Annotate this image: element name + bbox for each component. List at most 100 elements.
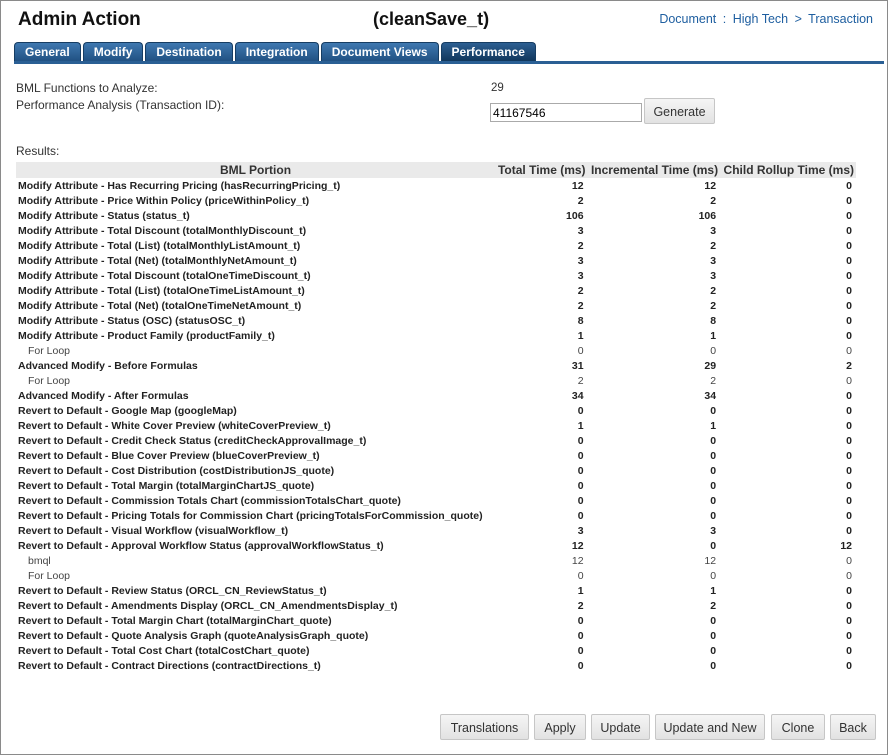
cell-child-rollup-time: 0: [846, 464, 852, 477]
breadcrumb-high-tech[interactable]: High Tech: [733, 12, 788, 26]
cell-total-time: 0: [577, 404, 584, 417]
table-row: Revert to Default - Credit Check Status …: [16, 433, 856, 448]
table-row-child: bmql 12 12 0: [16, 553, 856, 568]
cell-total-time: 2: [577, 239, 584, 252]
table-row: Revert to Default - Total Margin (totalM…: [16, 478, 856, 493]
transaction-id-input[interactable]: [490, 103, 642, 122]
cell-bml-portion: Revert to Default - Approval Workflow St…: [18, 539, 384, 552]
table-row-child: For Loop 0 0 0: [16, 568, 856, 583]
table-row: Modify Attribute - Status (status_t) 106 1…: [16, 208, 856, 223]
table-row-child: For Loop 0 0 0: [16, 343, 856, 358]
cell-total-time: 0: [577, 494, 584, 507]
cell-child-rollup-time: 0: [846, 479, 852, 492]
apply-button[interactable]: Apply: [534, 714, 586, 740]
breadcrumb-separator: :: [722, 12, 727, 26]
cell-total-time: 0: [577, 449, 584, 462]
cell-child-rollup-time: 0: [846, 434, 852, 447]
cell-total-time: 0: [577, 434, 584, 447]
table-row: Modify Attribute - Price Within Policy (…: [16, 193, 856, 208]
cell-child-rollup-time: 0: [846, 524, 852, 537]
cell-child-rollup-time: 0: [846, 284, 852, 297]
table-row: Revert to Default - Cost Distribution (c…: [16, 463, 856, 478]
cell-bml-portion: For Loop: [28, 374, 71, 387]
cell-incremental-time: 2: [710, 284, 717, 297]
cell-child-rollup-time: 0: [846, 269, 852, 282]
back-button[interactable]: Back: [830, 714, 876, 740]
cell-bml-portion: Modify Attribute - Total (Net) (totalOne…: [18, 299, 302, 312]
tab-integration[interactable]: Integration: [234, 42, 319, 62]
tab-document-views[interactable]: Document Views: [320, 42, 439, 62]
cell-child-rollup-time: 0: [846, 644, 852, 657]
cell-bml-portion: Revert to Default - Cost Distribution (c…: [18, 464, 335, 477]
cell-incremental-time: 0: [710, 509, 717, 522]
table-row: Revert to Default - Total Cost Chart (to…: [16, 643, 856, 658]
performance-analysis-label: Performance Analysis (Transaction ID):: [16, 98, 225, 112]
cell-child-rollup-time: 0: [846, 419, 852, 432]
cell-incremental-time: 3: [710, 224, 717, 237]
table-row: Modify Attribute - Total Discount (total…: [16, 223, 856, 238]
cell-incremental-time: 0: [710, 614, 717, 627]
table-row: Modify Attribute - Total (Net) (totalOne…: [16, 298, 856, 313]
cell-bml-portion: Modify Attribute - Price Within Policy (…: [18, 194, 310, 207]
cell-bml-portion: For Loop: [28, 569, 71, 582]
tab-general[interactable]: General: [14, 42, 81, 62]
cell-child-rollup-time: 0: [846, 239, 852, 252]
cell-incremental-time: 0: [710, 449, 717, 462]
cell-incremental-time: 29: [704, 359, 717, 372]
table-row: Revert to Default - Commission Totals Ch…: [16, 493, 856, 508]
cell-total-time: 2: [577, 299, 584, 312]
cell-child-rollup-time: 0: [846, 314, 852, 327]
breadcrumb-document[interactable]: Document: [659, 12, 716, 26]
cell-child-rollup-time: 0: [846, 599, 852, 612]
cell-child-rollup-time: 0: [846, 329, 852, 342]
cell-child-rollup-time: 0: [846, 209, 852, 222]
cell-total-time: 34: [571, 389, 584, 402]
table-row: Advanced Modify - Before Formulas 31 29 2: [16, 358, 856, 373]
cell-bml-portion: Modify Attribute - Total Discount (total…: [18, 224, 307, 237]
cell-child-rollup-time: 0: [846, 584, 852, 597]
cell-total-time: 2: [577, 599, 584, 612]
cell-child-rollup-time: 0: [846, 554, 852, 567]
table-row: Revert to Default - Visual Workflow (vis…: [16, 523, 856, 538]
cell-total-time: 0: [577, 464, 584, 477]
cell-total-time: 0: [577, 344, 584, 357]
cell-incremental-time: 0: [710, 479, 717, 492]
cell-total-time: 8: [577, 314, 584, 327]
cell-incremental-time: 0: [710, 464, 717, 477]
breadcrumb-transaction[interactable]: Transaction: [808, 12, 873, 26]
col-bml-portion: BML Portion: [16, 162, 495, 178]
tab-destination[interactable]: Destination: [145, 42, 233, 62]
table-row: Modify Attribute - Total (List) (totalMo…: [16, 238, 856, 253]
cell-child-rollup-time: 0: [846, 299, 852, 312]
update-button[interactable]: Update: [591, 714, 650, 740]
tab-performance[interactable]: Performance: [440, 42, 536, 62]
generate-button[interactable]: Generate: [644, 98, 715, 124]
tab-modify[interactable]: Modify: [82, 42, 144, 62]
table-row: Modify Attribute - Total (List) (totalOn…: [16, 283, 856, 298]
table-row: Revert to Default - Google Map (googleMa…: [16, 403, 856, 418]
cell-child-rollup-time: 0: [846, 389, 852, 402]
page-title: Admin Action: [18, 9, 141, 30]
cell-bml-portion: Revert to Default - Pricing Totals for C…: [18, 509, 483, 522]
cell-total-time: 0: [577, 659, 584, 672]
col-total-time: Total Time (ms): [495, 162, 588, 178]
update-and-new-button[interactable]: Update and New: [655, 714, 765, 740]
cell-total-time: 1: [577, 419, 584, 432]
table-row-child: For Loop 2 2 0: [16, 373, 856, 388]
cell-bml-portion: Revert to Default - Blue Cover Preview (…: [18, 449, 320, 462]
cell-bml-portion: Modify Attribute - Has Recurring Pricing…: [18, 179, 341, 192]
cell-incremental-time: 106: [698, 209, 717, 222]
cell-incremental-time: 12: [704, 179, 717, 192]
table-row: Modify Attribute - Status (OSC) (statusO…: [16, 313, 856, 328]
cell-child-rollup-time: 0: [846, 194, 852, 207]
cell-incremental-time: 0: [710, 344, 717, 357]
cell-incremental-time: 3: [710, 524, 717, 537]
cell-incremental-time: 0: [710, 569, 717, 582]
clone-button[interactable]: Clone: [771, 714, 825, 740]
cell-total-time: 31: [571, 359, 584, 372]
cell-total-time: 3: [577, 224, 584, 237]
translations-button[interactable]: Translations: [440, 714, 529, 740]
table-row: Revert to Default - White Cover Preview …: [16, 418, 856, 433]
cell-child-rollup-time: 12: [840, 539, 852, 552]
cell-total-time: 0: [577, 644, 584, 657]
